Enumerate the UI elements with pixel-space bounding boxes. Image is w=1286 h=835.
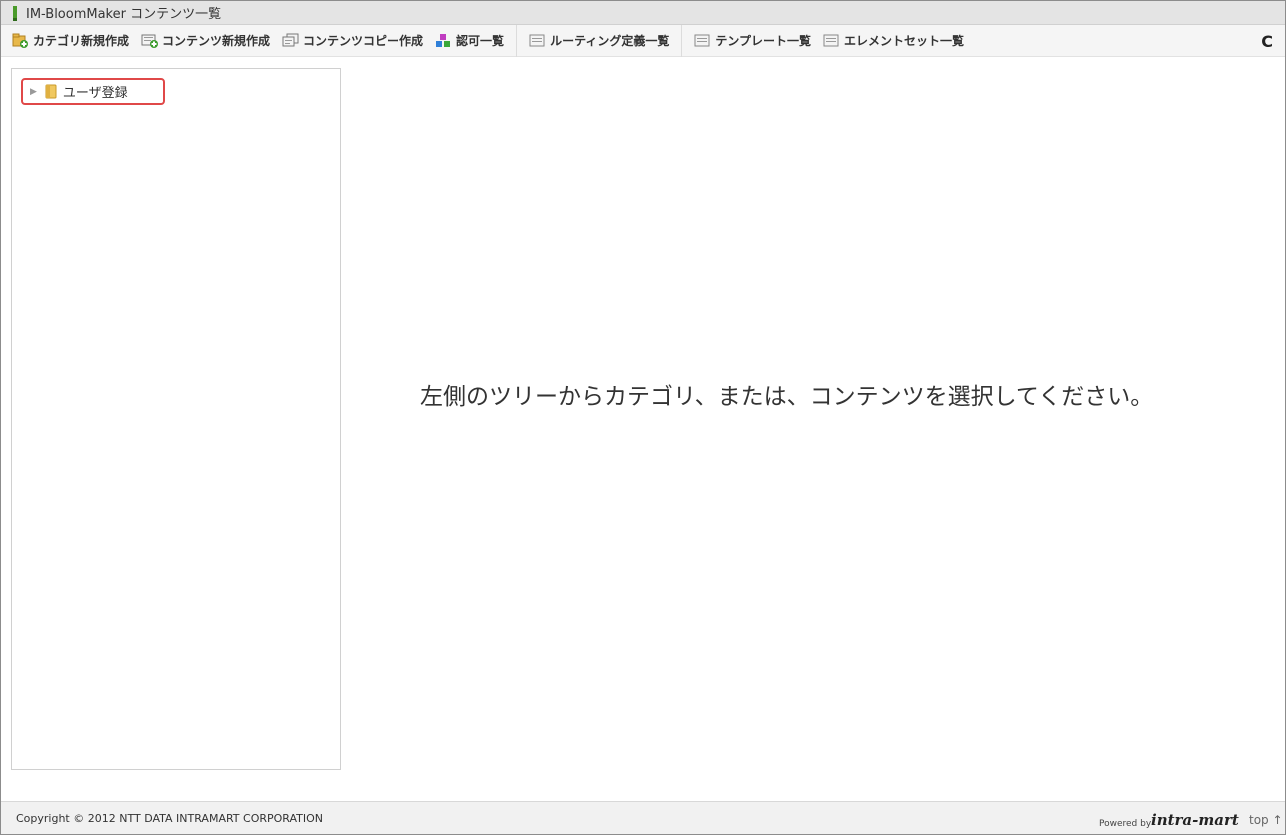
back-to-top-link[interactable]: top ↑	[1249, 813, 1283, 827]
content-copy-label: コンテンツコピー作成	[303, 34, 424, 48]
list-icon	[823, 34, 839, 47]
content-copy-button[interactable]: コンテンツコピー作成	[282, 25, 435, 57]
content-create-button[interactable]: コンテンツ新規作成	[141, 25, 282, 57]
select-instruction-message: 左側のツリーからカテゴリ、または、コンテンツを選択してください。	[420, 384, 1154, 410]
toolbar-separator	[516, 24, 518, 57]
routing-list-label: ルーティング定義一覧	[550, 34, 670, 48]
template-list-button[interactable]: テンプレート一覧	[694, 25, 823, 57]
footer: Copyright © 2012 NTT DATA INTRAMART CORP…	[1, 801, 1285, 834]
content-add-icon	[141, 34, 159, 48]
category-create-label: カテゴリ新規作成	[33, 34, 130, 48]
copyright-text: Copyright © 2012 NTT DATA INTRAMART CORP…	[16, 812, 324, 825]
toolbar: カテゴリ新規作成 コンテンツ新規作成 コンテンツコピー作成 認可一覧 ルーティン…	[1, 24, 1285, 57]
refresh-icon[interactable]: C	[1261, 32, 1273, 51]
category-create-button[interactable]: カテゴリ新規作成	[12, 25, 141, 57]
category-add-icon	[12, 33, 28, 48]
elementset-list-label: エレメントセット一覧	[844, 34, 965, 48]
authorization-list-label: 認可一覧	[456, 34, 505, 48]
authorization-icon	[436, 34, 451, 47]
app-icon	[13, 5, 17, 21]
folder-icon	[45, 84, 57, 99]
content-copy-icon	[282, 33, 299, 47]
window-titlebar: IM-BloomMaker コンテンツ一覧	[1, 1, 1285, 25]
authorization-list-button[interactable]: 認可一覧	[435, 25, 516, 57]
intra-mart-logo: intra-mart	[1151, 811, 1239, 829]
powered-by-text: Powered by	[1099, 819, 1152, 829]
expand-arrow-icon[interactable]: ▶	[30, 87, 37, 97]
toolbar-separator	[681, 24, 683, 57]
category-tree-panel: ▶ ユーザ登録	[11, 68, 341, 770]
list-icon	[529, 34, 545, 47]
elementset-list-button[interactable]: エレメントセット一覧	[823, 25, 976, 57]
routing-list-button[interactable]: ルーティング定義一覧	[529, 25, 681, 57]
window-title: IM-BloomMaker コンテンツ一覧	[26, 7, 222, 22]
template-list-label: テンプレート一覧	[715, 34, 811, 48]
list-icon	[694, 34, 710, 47]
content-create-label: コンテンツ新規作成	[162, 34, 271, 48]
tree-node-user-registration[interactable]: ▶ ユーザ登録	[21, 78, 165, 105]
tree-node-label: ユーザ登録	[62, 86, 128, 101]
